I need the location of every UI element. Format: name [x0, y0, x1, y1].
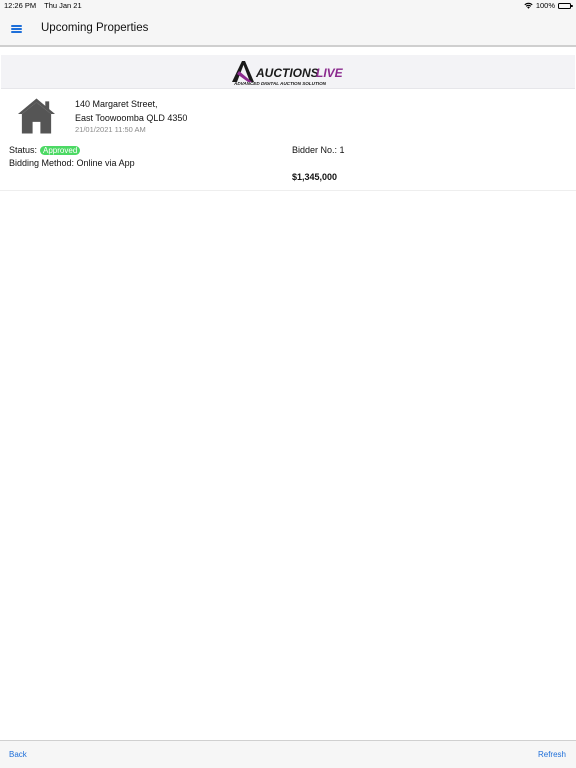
bidding-method: Bidding Method: Online via App	[9, 158, 135, 168]
page-title: Upcoming Properties	[41, 22, 149, 34]
nav-bar: Upcoming Properties	[0, 12, 576, 47]
logo-tagline: ADVANCED DIGITAL AUCTION SOLUTION	[233, 81, 327, 86]
auction-datetime: 21/01/2021 11:50 AM	[75, 125, 146, 134]
bidder-number: Bidder No.: 1	[292, 145, 345, 155]
wifi-icon	[524, 2, 533, 9]
hamburger-menu-icon[interactable]	[11, 25, 22, 33]
status-badge: Approved	[40, 145, 81, 155]
logo-name-accent: LIVE	[316, 66, 344, 80]
status-bar-left: 12:26 PM Thu Jan 21	[4, 1, 82, 10]
logo-banner: AUCTIONS LIVE ADVANCED DIGITAL AUCTION S…	[1, 55, 575, 89]
house-icon	[17, 98, 56, 134]
address-line-1: 140 Margaret Street,	[75, 99, 158, 109]
address-line-2: East Toowoomba QLD 4350	[75, 113, 188, 123]
bottom-toolbar: Back Refresh	[0, 740, 576, 768]
battery-icon	[558, 2, 573, 9]
logo-name: AUCTIONS	[255, 66, 319, 80]
property-price: $1,345,000	[292, 172, 338, 182]
status-bar-right: 100%	[524, 1, 573, 10]
status-time: 12:26 PM	[4, 1, 37, 10]
property-card[interactable]: 140 Margaret Street, East Toowoomba QLD …	[0, 90, 576, 191]
battery-percent: 100%	[535, 1, 555, 10]
status-bar: 12:26 PM Thu Jan 21 100%	[0, 0, 576, 12]
back-button[interactable]: Back	[9, 750, 27, 759]
auctions-live-logo: AUCTIONS LIVE ADVANCED DIGITAL AUCTION S…	[232, 60, 344, 86]
status-label: Status:	[9, 145, 38, 155]
status-row: Status: Approved	[9, 145, 81, 155]
status-date: Thu Jan 21	[44, 1, 82, 10]
refresh-button[interactable]: Refresh	[538, 750, 566, 759]
